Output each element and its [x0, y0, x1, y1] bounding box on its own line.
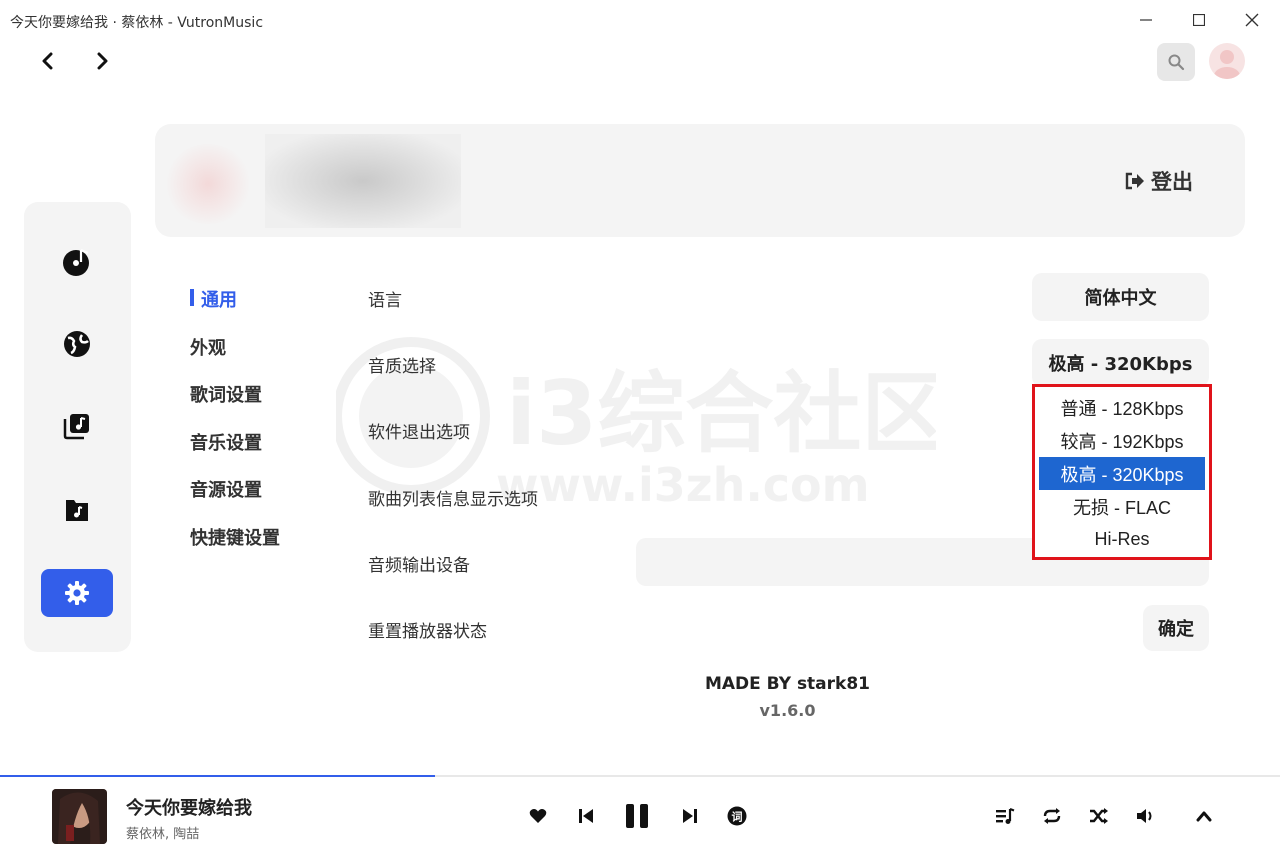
- made-by-text: MADE BY stark81: [704, 674, 871, 694]
- quality-label: 音质选择: [368, 357, 436, 377]
- volume-button[interactable]: [1128, 798, 1164, 834]
- quality-option-hires[interactable]: Hi-Res: [1039, 523, 1205, 556]
- album-cover[interactable]: [52, 789, 107, 844]
- profile-card: 登出: [155, 124, 1245, 237]
- player-bar: 今天你要嫁给我 蔡依林, 陶喆 词: [0, 775, 1280, 853]
- progress-fill: [0, 775, 436, 777]
- settings-tab-source[interactable]: 音源设置: [190, 470, 330, 518]
- blurred-username: [265, 134, 461, 228]
- quality-option-standard[interactable]: 普通 - 128Kbps: [1039, 391, 1205, 424]
- list-info-label: 歌曲列表信息显示选项: [368, 490, 538, 510]
- maximize-icon[interactable]: [1179, 6, 1219, 34]
- previous-icon: [579, 809, 593, 823]
- chevron-right-icon[interactable]: [88, 46, 118, 76]
- blurred-avatar: [163, 144, 253, 224]
- music-library-icon: [63, 414, 89, 440]
- audio-output-label: 音频输出设备: [368, 556, 470, 576]
- sidebar: [24, 202, 131, 652]
- search-icon: [1168, 54, 1185, 71]
- shuffle-button[interactable]: [1081, 798, 1117, 834]
- sidebar-item-library[interactable]: [41, 402, 113, 450]
- language-select[interactable]: 简体中文: [1032, 273, 1209, 321]
- minimize-icon[interactable]: [1126, 6, 1166, 34]
- song-artist[interactable]: 蔡依林, 陶喆: [126, 823, 199, 842]
- like-button[interactable]: [520, 798, 556, 834]
- logout-label: 登出: [1151, 170, 1193, 194]
- watermark-title: i3综合社区: [506, 362, 936, 465]
- repeat-button[interactable]: [1034, 798, 1070, 834]
- exit-option-label: 软件退出选项: [368, 423, 470, 443]
- volume-icon: [1137, 809, 1152, 823]
- previous-button[interactable]: [568, 798, 604, 834]
- globe-icon: [64, 331, 90, 357]
- shuffle-icon: [1090, 808, 1108, 824]
- next-icon: [683, 809, 697, 823]
- playlist-icon: [996, 807, 1015, 824]
- music-disc-icon: [63, 248, 89, 276]
- next-button[interactable]: [672, 798, 708, 834]
- user-avatar-icon[interactable]: [1209, 43, 1245, 79]
- lyrics-icon: 词: [727, 806, 747, 826]
- close-icon[interactable]: [1232, 6, 1272, 34]
- song-title[interactable]: 今天你要嫁给我: [126, 794, 252, 820]
- search-button[interactable]: [1157, 43, 1195, 81]
- reset-player-label: 重置播放器状态: [368, 622, 487, 642]
- quality-option-exhigh[interactable]: 极高 - 320Kbps: [1039, 457, 1205, 490]
- quality-select[interactable]: 极高 - 320Kbps: [1032, 339, 1209, 387]
- settings-tab-music[interactable]: 音乐设置: [190, 423, 330, 471]
- settings-nav: 通用 外观 歌词设置 音乐设置 音源设置 快捷键设置: [190, 280, 330, 565]
- sidebar-item-explore[interactable]: [41, 320, 113, 368]
- sidebar-item-local[interactable]: [41, 486, 113, 534]
- repeat-icon: [1043, 808, 1061, 824]
- pause-icon: [626, 804, 648, 828]
- sidebar-item-music[interactable]: [41, 238, 113, 286]
- playlist-button[interactable]: [987, 798, 1023, 834]
- window-title: 今天你要嫁给我 · 蔡依林 - VutronMusic: [10, 15, 264, 31]
- version-text: v1.6.0: [759, 701, 816, 720]
- sidebar-item-settings[interactable]: [41, 569, 113, 617]
- chevron-left-icon[interactable]: [32, 46, 62, 76]
- quality-option-lossless[interactable]: 无损 - FLAC: [1039, 490, 1205, 523]
- progress-bar[interactable]: [0, 775, 1280, 777]
- settings-tab-general[interactable]: 通用: [190, 280, 330, 328]
- lyrics-button[interactable]: 词: [719, 798, 755, 834]
- settings-tab-appearance[interactable]: 外观: [190, 328, 330, 376]
- chevron-up-icon: [1196, 811, 1212, 822]
- logout-button[interactable]: 登出: [1125, 166, 1193, 196]
- title-bar: 今天你要嫁给我 · 蔡依林 - VutronMusic: [0, 0, 1280, 40]
- reset-confirm-button[interactable]: 确定: [1143, 605, 1209, 651]
- watermark-url: www.i3zh.com: [496, 458, 870, 512]
- quality-option-high[interactable]: 较高 - 192Kbps: [1039, 424, 1205, 457]
- svg-text:词: 词: [732, 811, 743, 824]
- heart-icon: [529, 809, 547, 823]
- language-label: 语言: [368, 291, 402, 311]
- pause-button[interactable]: [619, 798, 655, 834]
- gear-icon: [65, 581, 89, 605]
- quality-dropdown: 普通 - 128Kbps 较高 - 192Kbps 极高 - 320Kbps 无…: [1032, 384, 1212, 560]
- expand-button[interactable]: [1186, 798, 1222, 834]
- logout-icon: [1125, 172, 1144, 190]
- settings-tab-shortcuts[interactable]: 快捷键设置: [190, 518, 330, 566]
- music-folder-icon: [66, 500, 88, 521]
- settings-tab-lyrics[interactable]: 歌词设置: [190, 375, 330, 423]
